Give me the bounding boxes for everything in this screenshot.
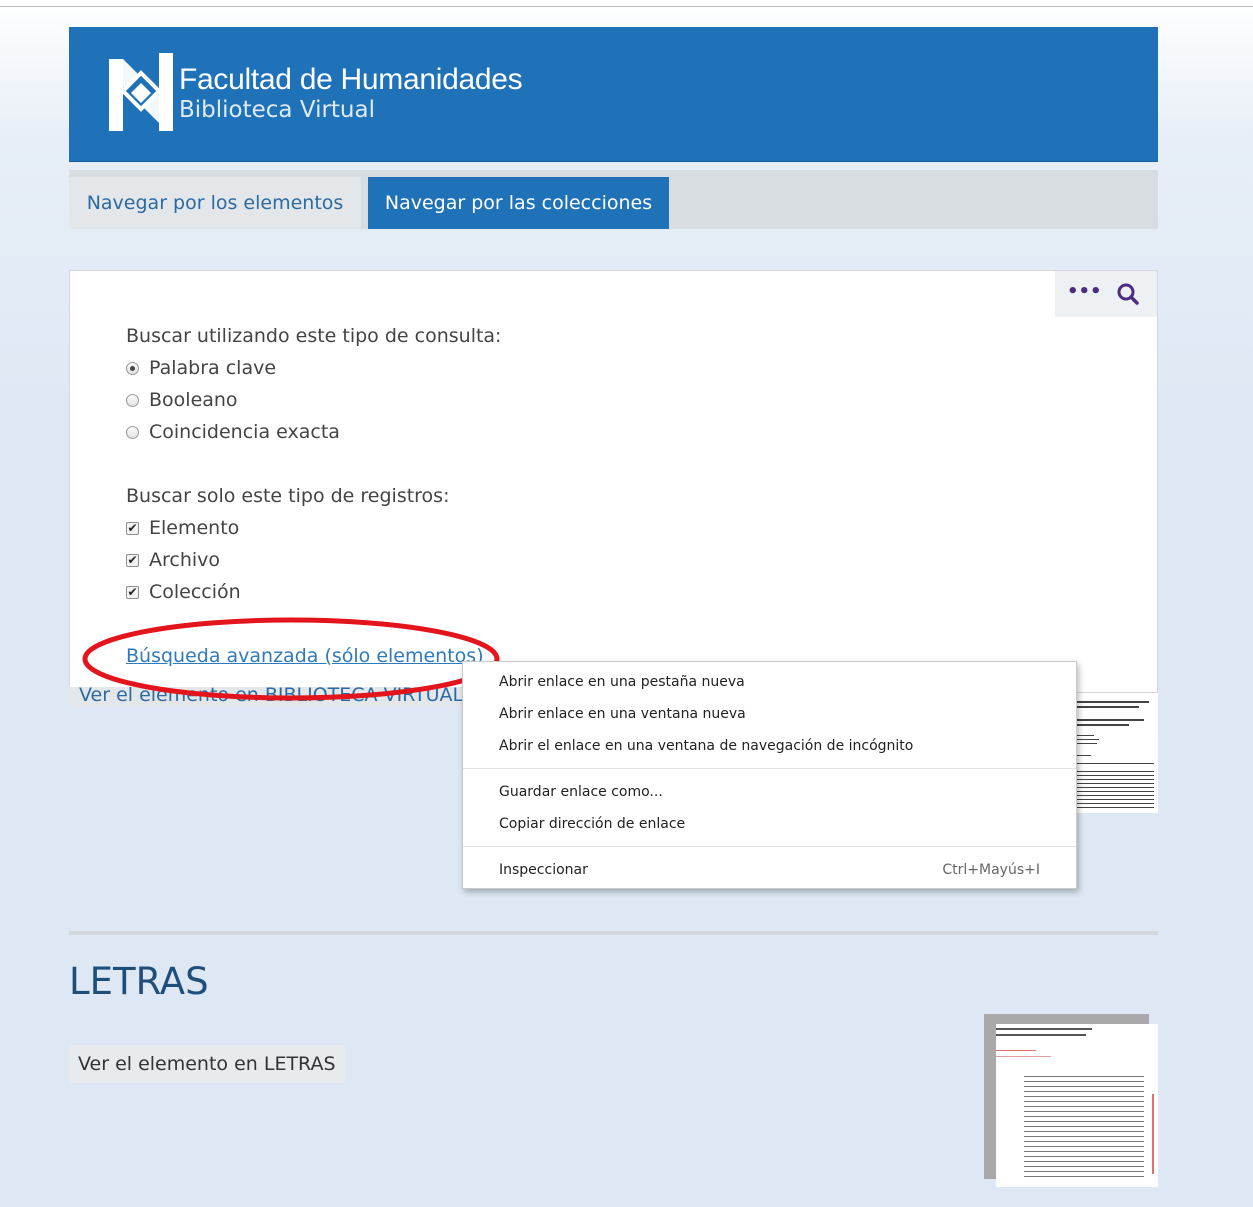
- nav-tab-browse-collections[interactable]: Navegar por las colecciones: [368, 177, 669, 229]
- radio-exact-match[interactable]: Coincidencia exacta: [126, 420, 340, 444]
- checkbox-item[interactable]: ✔ Elemento: [126, 516, 239, 540]
- view-collection-item-link[interactable]: Ver el elemento en LETRAS: [69, 1045, 345, 1083]
- radio-button[interactable]: [126, 425, 139, 439]
- search-options-panel: Buscar utilizando este tipo de consulta:…: [69, 317, 1158, 693]
- checkbox-file[interactable]: ✔ Archivo: [126, 548, 220, 572]
- nav-tab-browse-items[interactable]: Navegar por los elementos: [69, 177, 361, 229]
- site-header: Facultad de Humanidades Biblioteca Virtu…: [69, 27, 1158, 162]
- menu-item-open-new-tab[interactable]: Abrir enlace en una pestaña nueva: [499, 672, 745, 692]
- radio-keyword[interactable]: Palabra clave: [126, 356, 276, 380]
- context-menu: Abrir enlace en una pestaña nueva Abrir …: [462, 661, 1077, 889]
- browser-top-border: [0, 6, 1253, 7]
- radio-label: Coincidencia exacta: [149, 421, 340, 443]
- search-icon[interactable]: [1113, 279, 1143, 309]
- checkbox[interactable]: ✔: [126, 553, 139, 567]
- site-title[interactable]: Facultad de Humanidades: [179, 63, 523, 97]
- radio-label: Palabra clave: [149, 357, 277, 379]
- search-buttons: •••: [1055, 271, 1157, 317]
- menu-separator: [463, 768, 1076, 769]
- radio-label: Booleano: [149, 389, 238, 411]
- query-type-label: Buscar utilizando este tipo de consulta:: [126, 325, 502, 347]
- checkbox[interactable]: ✔: [126, 521, 139, 535]
- record-type-label: Buscar solo este tipo de registros:: [126, 485, 450, 507]
- faculty-logo[interactable]: [109, 53, 173, 131]
- section-divider: [69, 931, 1158, 935]
- view-item-link-partial[interactable]: Ver el elemento en BIBLIOTECA VIRTUAL: [69, 687, 469, 707]
- site-subtitle: Biblioteca Virtual: [179, 97, 375, 123]
- main-navigation: Navegar por los elementos Navegar por la…: [69, 170, 1158, 229]
- menu-item-open-new-window[interactable]: Abrir enlace en una ventana nueva: [499, 704, 746, 724]
- radio-button[interactable]: [126, 361, 139, 375]
- menu-item-save-link[interactable]: Guardar enlace como...: [499, 782, 663, 802]
- radio-button[interactable]: [126, 393, 139, 407]
- menu-item-open-incognito[interactable]: Abrir el enlace en una ventana de navega…: [499, 736, 913, 756]
- checkbox-label: Archivo: [149, 549, 221, 571]
- search-bar: •••: [69, 270, 1158, 318]
- collection-title[interactable]: LETRAS: [69, 960, 209, 1003]
- checkbox[interactable]: ✔: [126, 585, 139, 599]
- ellipsis-icon[interactable]: •••: [1067, 279, 1102, 309]
- menu-separator: [463, 846, 1076, 847]
- menu-shortcut-inspect: Ctrl+Mayús+I: [942, 862, 1040, 878]
- search-input[interactable]: [70, 271, 1055, 317]
- checkbox-label: Elemento: [149, 517, 240, 539]
- advanced-search-link[interactable]: Búsqueda avanzada (sólo elementos): [126, 645, 484, 667]
- menu-item-inspect[interactable]: Inspeccionar: [499, 860, 588, 880]
- checkbox-label: Colección: [149, 581, 241, 603]
- collection-thumbnail[interactable]: [996, 1024, 1158, 1187]
- item-thumbnail[interactable]: [1065, 693, 1158, 813]
- checkbox-collection[interactable]: ✔ Colección: [126, 580, 241, 604]
- radio-boolean[interactable]: Booleano: [126, 388, 238, 412]
- view-item-link-text: Ver el elemento en BIBLIOTECA VIRTUAL: [79, 687, 464, 706]
- menu-item-copy-link[interactable]: Copiar dirección de enlace: [499, 814, 685, 834]
